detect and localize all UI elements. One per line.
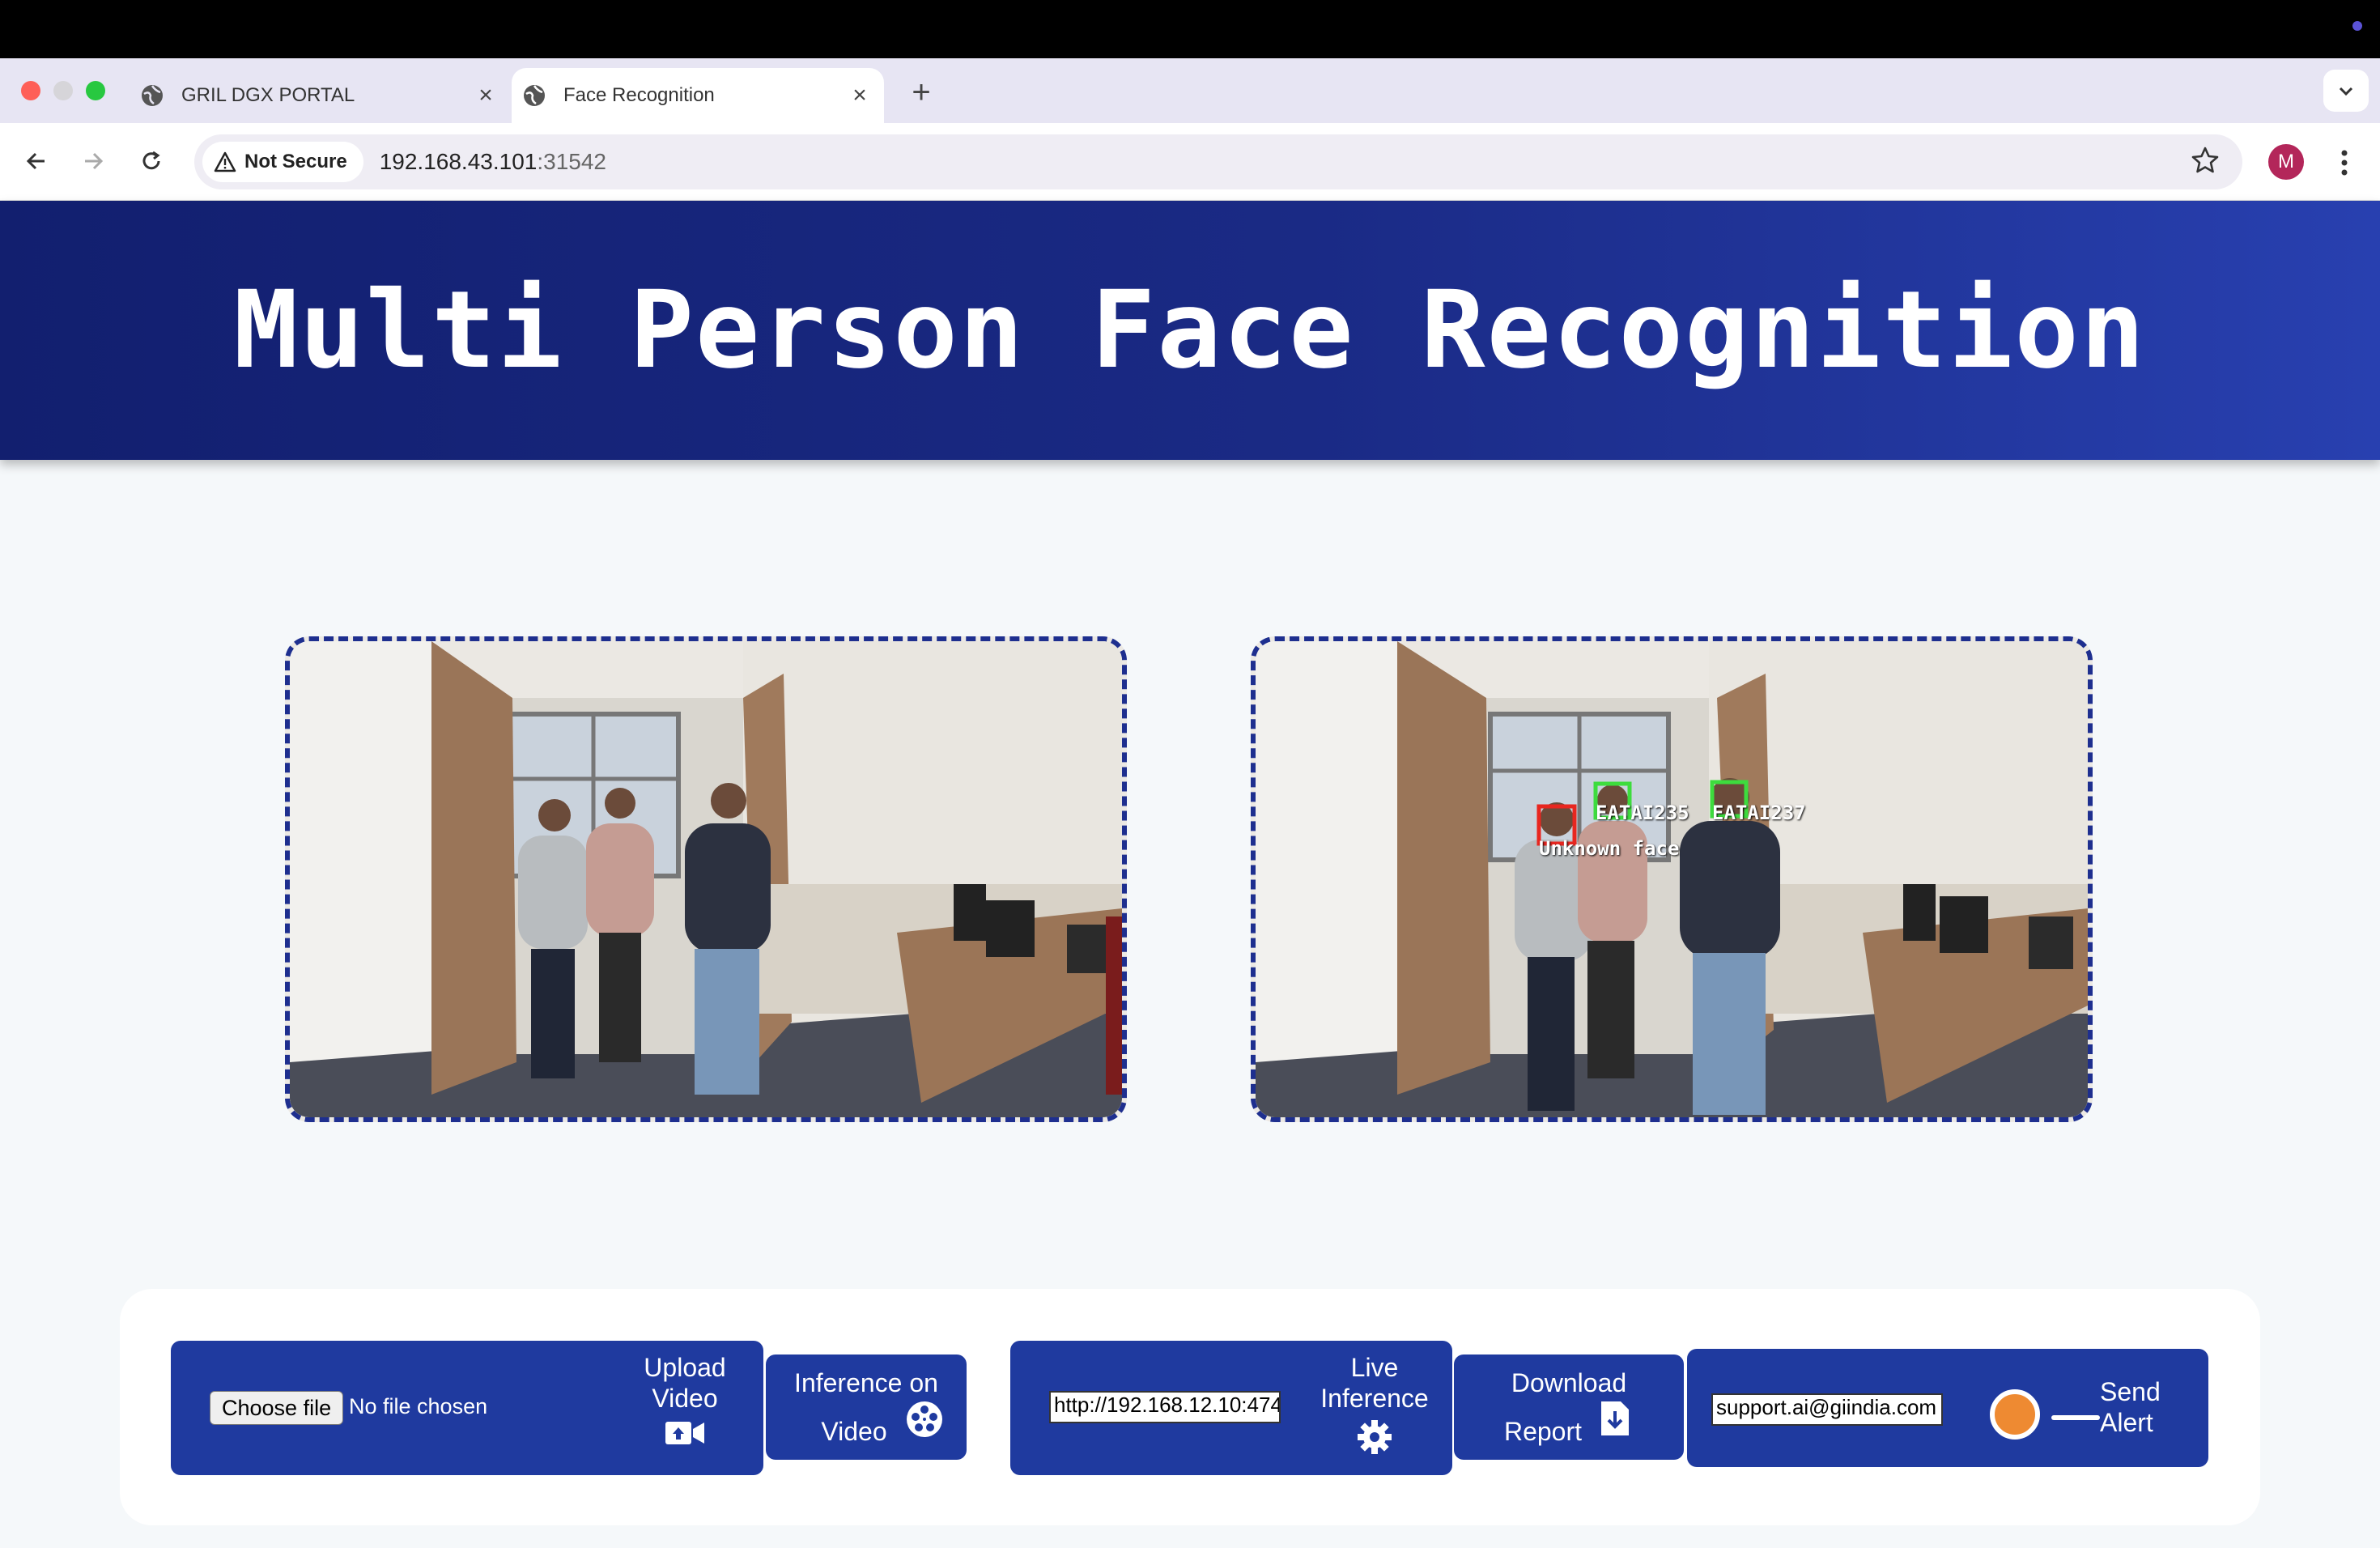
detection-label: EATAI235 — [1596, 802, 1689, 824]
close-tab-icon[interactable]: × — [844, 82, 876, 109]
alert-email-input[interactable]: support.ai@giindia.com — [1711, 1393, 1943, 1426]
browser-toolbar: Not Secure 192.168.43.101:31542 M — [0, 123, 2380, 201]
send-alert-button[interactable]: Send Alert — [2100, 1376, 2200, 1438]
live-label-line1: Live — [1350, 1353, 1399, 1382]
tab-search-button[interactable] — [2323, 70, 2369, 112]
input-video-frame — [290, 641, 1122, 1117]
alert-label-line2: Alert — [2100, 1408, 2153, 1437]
reload-icon — [142, 151, 160, 170]
tab-face-recognition[interactable]: Face Recognition × — [512, 68, 884, 123]
alert-toggle-track[interactable] — [2051, 1415, 2100, 1420]
back-button[interactable] — [16, 141, 57, 181]
tab-gril-dgx-portal[interactable]: GRIL DGX PORTAL × — [130, 68, 510, 123]
more-vertical-icon — [2341, 150, 2348, 176]
globe-icon — [521, 83, 547, 108]
upload-video-button[interactable]: Upload Video — [624, 1352, 746, 1454]
detection-label: EATAI237 — [1712, 802, 1806, 824]
warning-icon — [214, 151, 236, 172]
url-text: 192.168.43.101:31542 — [380, 149, 606, 175]
window-minimize-button[interactable] — [53, 81, 73, 100]
file-status-text: No file chosen — [349, 1394, 488, 1418]
detection-label: Unknown face — [1539, 837, 1680, 860]
download-file-icon — [1601, 1401, 1629, 1435]
bookmark-star-button[interactable] — [2189, 144, 2221, 181]
output-video-panel[interactable]: EATAI235 EATAI237 Unknown face — [1251, 636, 2093, 1122]
download-report-button[interactable]: Download Report — [1454, 1354, 1684, 1460]
profile-avatar[interactable]: M — [2268, 144, 2304, 180]
page-title: Multi Person Face Recognition — [233, 268, 2147, 393]
alert-toggle[interactable] — [1990, 1389, 2040, 1440]
reload-button[interactable] — [131, 141, 172, 181]
tab-title: Face Recognition — [563, 84, 715, 106]
chevron-down-icon — [2339, 87, 2353, 96]
security-label: Not Secure — [244, 151, 347, 172]
inference-label-line1: Inference on — [794, 1368, 938, 1397]
new-tab-button[interactable]: + — [905, 74, 937, 111]
address-bar[interactable]: Not Secure 192.168.43.101:31542 — [194, 134, 2242, 189]
live-inference-button[interactable]: Live Inference — [1302, 1352, 1447, 1462]
report-label-line1: Download — [1511, 1368, 1627, 1397]
gear-icon — [1358, 1420, 1392, 1454]
upload-label-line2: Video — [652, 1384, 718, 1413]
page-header: Multi Person Face Recognition — [0, 201, 2380, 460]
star-icon — [2191, 147, 2219, 173]
inference-label-line2: Video — [821, 1417, 887, 1446]
input-video-panel[interactable] — [285, 636, 1127, 1122]
url-host: 192.168.43.101 — [379, 149, 538, 174]
output-video-frame — [1256, 641, 2088, 1117]
inference-on-video-button[interactable]: Inference on Video — [766, 1354, 967, 1460]
tab-title: GRIL DGX PORTAL — [181, 84, 355, 106]
status-indicator-icon — [2352, 21, 2362, 31]
url-port: :31542 — [537, 149, 606, 174]
choose-file-button[interactable]: Choose file — [210, 1391, 344, 1425]
window-close-button[interactable] — [21, 81, 40, 100]
live-inference-control: http://192.168.12.10:474 Live Inference — [1010, 1341, 1452, 1475]
video-camera-icon — [665, 1422, 704, 1444]
send-alert-control: support.ai@giindia.com Send Alert — [1687, 1349, 2208, 1467]
arrow-right-icon — [85, 152, 104, 170]
security-indicator[interactable]: Not Secure — [202, 142, 363, 182]
upload-label-line1: Upload — [644, 1353, 726, 1382]
live-label-line2: Inference — [1320, 1384, 1429, 1413]
system-top-bar — [0, 0, 2380, 58]
upload-control: Choose file No file chosen Upload Video — [171, 1341, 763, 1475]
window-zoom-button[interactable] — [86, 81, 105, 100]
browser-menu-button[interactable] — [2328, 142, 2361, 183]
stream-url-input[interactable]: http://192.168.12.10:474 — [1049, 1391, 1281, 1423]
alert-label-line1: Send — [2100, 1377, 2161, 1406]
close-tab-icon[interactable]: × — [470, 82, 502, 109]
globe-icon — [139, 83, 165, 108]
report-label-line2: Report — [1503, 1417, 1583, 1446]
forward-button[interactable] — [73, 141, 113, 181]
arrow-left-icon — [26, 152, 45, 170]
tab-strip: GRIL DGX PORTAL × Face Recognition × + — [0, 58, 2380, 123]
film-reel-icon — [907, 1401, 942, 1437]
